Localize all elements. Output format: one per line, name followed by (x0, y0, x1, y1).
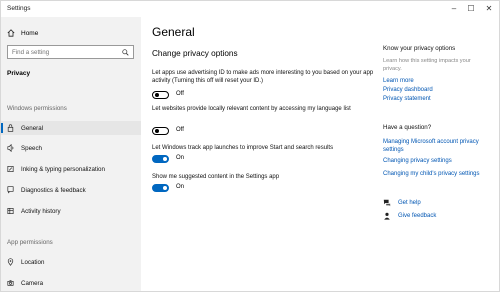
privacy-statement-link[interactable]: Privacy statement (383, 96, 493, 104)
home-label: Home (21, 29, 39, 37)
feedback-person-icon (384, 212, 390, 220)
activity-history-icon (7, 208, 14, 214)
language-list-description: Let websites provide locally relevant co… (152, 106, 351, 112)
sidebar-item-label: Activity history (21, 207, 61, 215)
child-privacy-settings-link[interactable]: Changing my child's privacy settings (383, 171, 493, 179)
track-launches-state: On (176, 155, 185, 161)
know-privacy-heading: Know your privacy options (383, 45, 456, 52)
sidebar-item-label: Diagnostics & feedback (21, 186, 86, 194)
advertising-id-description: Let apps use advertising ID to make ads … (152, 70, 374, 84)
language-list-toggle[interactable] (152, 127, 169, 135)
help-chat-icon (383, 199, 391, 207)
location-icon (7, 258, 14, 266)
toggle-knob (154, 93, 159, 97)
diagnostics-icon (7, 186, 14, 194)
get-help-link[interactable]: Get help (383, 199, 421, 207)
get-help-label: Get help (398, 200, 421, 206)
sidebar-item-general[interactable]: General (1, 121, 141, 135)
give-feedback-link[interactable]: Give feedback (383, 212, 436, 220)
close-button[interactable]: ✕ (481, 3, 497, 15)
sidebar-item-label: Speech (21, 144, 42, 152)
know-privacy-text: Learn how this setting impacts your priv… (383, 58, 471, 72)
page-title: General (152, 25, 195, 39)
sidebar-item-label: Inking & typing personalization (21, 165, 105, 173)
search-icon (122, 49, 129, 56)
sidebar-item-camera[interactable]: Camera (1, 276, 141, 290)
home-nav[interactable]: Home (7, 27, 38, 39)
lock-icon (7, 124, 14, 132)
app-permissions-label: App permissions (7, 239, 53, 246)
question-heading: Have a question? (383, 124, 432, 131)
sidebar-item-location[interactable]: Location (1, 255, 141, 269)
sidebar-item-speech[interactable]: Speech (1, 141, 141, 155)
toggle-knob (154, 129, 159, 133)
track-launches-toggle[interactable] (152, 155, 169, 163)
windows-permissions-label: Windows permissions (7, 105, 67, 112)
window-title: Settings (7, 5, 31, 12)
camera-icon (7, 280, 14, 286)
give-feedback-label: Give feedback (398, 213, 437, 219)
search-input[interactable] (12, 48, 112, 56)
track-launches-description: Let Windows track app launches to improv… (152, 145, 334, 151)
sidebar-item-label: Location (21, 258, 45, 266)
sidebar-item-label: General (21, 124, 44, 132)
title-bar: Settings – ☐ ✕ (1, 1, 499, 17)
inking-icon (7, 166, 14, 172)
minimize-button[interactable]: – (446, 3, 462, 15)
managing-account-privacy-link[interactable]: Managing Microsoft account privacy setti… (383, 139, 493, 154)
privacy-dashboard-link[interactable]: Privacy dashboard (383, 87, 493, 95)
sidebar: Home Privacy Windows permissions General… (1, 17, 141, 291)
suggested-content-state: On (176, 184, 185, 190)
language-list-state: Off (176, 127, 184, 133)
privacy-section-title: Privacy (7, 70, 31, 77)
section-subtitle: Change privacy options (152, 49, 238, 58)
sidebar-item-label: Camera (21, 279, 44, 287)
speech-icon (7, 144, 14, 152)
sidebar-item-activity-history[interactable]: Activity history (1, 204, 141, 218)
toggle-knob (162, 186, 167, 190)
search-box[interactable] (7, 45, 134, 59)
home-icon (7, 29, 15, 37)
maximize-button[interactable]: ☐ (463, 3, 479, 15)
sidebar-item-diagnostics[interactable]: Diagnostics & feedback (1, 183, 141, 197)
changing-privacy-settings-link[interactable]: Changing privacy settings (383, 158, 493, 166)
advertising-id-state: Off (176, 91, 184, 97)
suggested-content-description: Show me suggested content in the Setting… (152, 174, 280, 180)
settings-window: Settings – ☐ ✕ Home Privacy Windows perm… (0, 0, 500, 292)
advertising-id-toggle[interactable] (152, 91, 169, 99)
suggested-content-toggle[interactable] (152, 184, 169, 192)
sidebar-item-inking[interactable]: Inking & typing personalization (1, 162, 141, 176)
learn-more-link[interactable]: Learn more (383, 78, 493, 86)
toggle-knob (162, 157, 167, 161)
